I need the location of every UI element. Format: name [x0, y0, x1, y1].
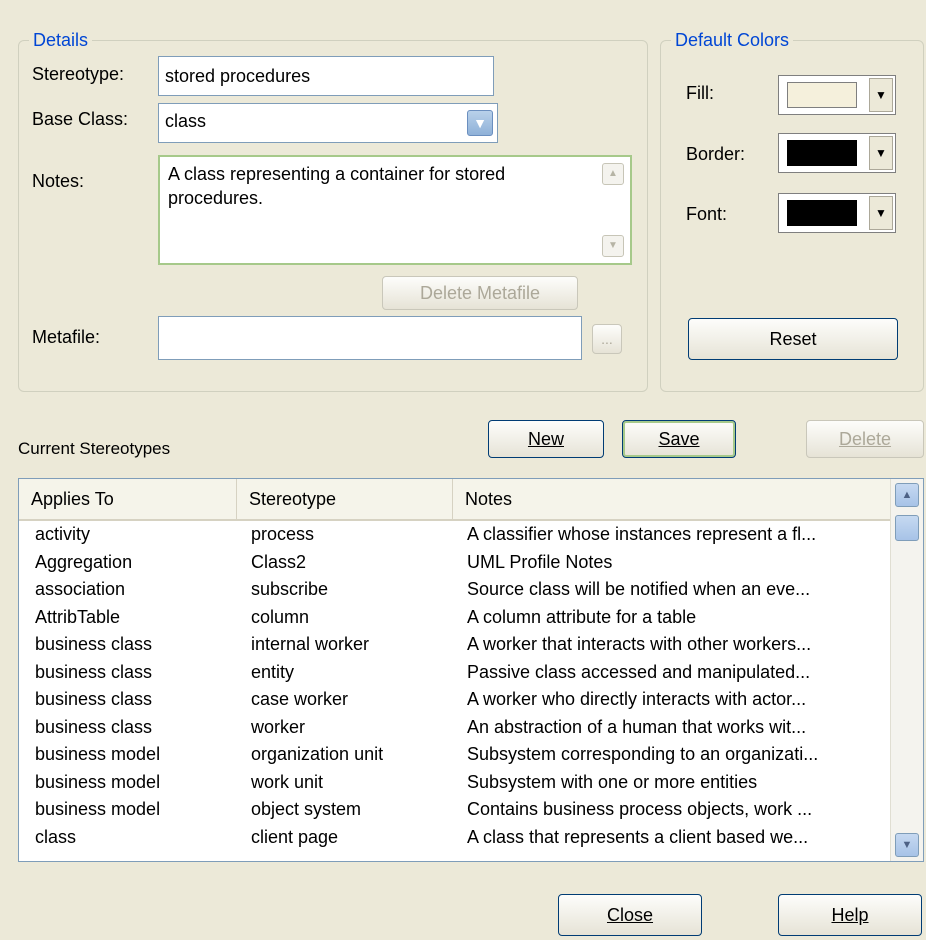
delete-metafile-button[interactable]: Delete Metafile	[382, 276, 578, 310]
base-class-value: class	[165, 111, 207, 131]
notes-text: A class representing a container for sto…	[168, 164, 506, 208]
font-color-picker[interactable]: ▼	[778, 193, 896, 233]
table-row[interactable]: business class worker An abstraction of a …	[19, 714, 891, 742]
new-button[interactable]: New	[488, 420, 604, 458]
border-label: Border:	[686, 144, 746, 164]
table-row[interactable]: class client page A class that represents …	[19, 824, 891, 852]
delete-button[interactable]: Delete	[806, 420, 924, 458]
chevron-down-icon[interactable]: ▼	[869, 196, 893, 230]
scroll-down-icon[interactable]: ▼	[602, 235, 624, 257]
scroll-thumb[interactable]	[895, 515, 919, 541]
table-row[interactable]: business model organization unit Subsystem…	[19, 741, 891, 769]
reset-button[interactable]: Reset	[688, 318, 898, 360]
details-legend: Details	[29, 29, 93, 51]
metafile-input[interactable]	[158, 316, 582, 360]
notes-label: Notes:	[32, 171, 85, 191]
delete-button-label: Delete	[838, 428, 892, 449]
scroll-up-icon[interactable]: ▲	[895, 483, 919, 507]
table-row[interactable]: association subscribe Source class will be…	[19, 576, 891, 604]
column-header-stereotype[interactable]: Stereotype	[237, 479, 453, 519]
fill-label: Fill:	[686, 83, 714, 103]
notes-textarea[interactable]: A class representing a container for sto…	[158, 155, 632, 265]
save-button-label: Save	[658, 428, 700, 449]
new-button-label: New	[527, 428, 564, 449]
fill-color-swatch	[787, 82, 857, 108]
current-stereotypes-label: Current Stereotypes	[18, 439, 171, 458]
border-color-picker[interactable]: ▼	[778, 133, 896, 173]
table-row[interactable]: business class entity Passive class access…	[19, 659, 891, 687]
stereotype-label: Stereotype:	[32, 64, 125, 84]
close-button[interactable]: Close	[558, 894, 702, 936]
table-row[interactable]: business model object system Contains busi…	[19, 796, 891, 824]
table-row[interactable]: business model work unit Subsystem with on…	[19, 769, 891, 797]
table-scrollbar[interactable]: ▲ ▼	[890, 479, 923, 861]
help-button[interactable]: Help	[778, 894, 922, 936]
table-row[interactable]: business class case worker A worker who di…	[19, 686, 891, 714]
table-row[interactable]: AttribTable column A column attribute for …	[19, 604, 891, 632]
default-colors-legend: Default Colors	[671, 29, 794, 51]
close-button-label: Close	[606, 904, 654, 925]
table-row[interactable]: business class internal worker A worker th…	[19, 631, 891, 659]
help-button-label: Help	[831, 904, 869, 925]
chevron-down-icon[interactable]: ▼	[869, 78, 893, 112]
base-class-select[interactable]: class ▼	[158, 103, 498, 143]
table-row[interactable]: Aggregation Class2 UML Profile Notes	[19, 549, 891, 577]
save-button[interactable]: Save	[622, 420, 736, 458]
metafile-label: Metafile:	[32, 327, 101, 347]
font-label: Font:	[686, 204, 728, 224]
base-class-label: Base Class:	[32, 109, 129, 129]
chevron-down-icon[interactable]: ▼	[869, 136, 893, 170]
table-header: Applies To Stereotype Notes	[19, 479, 891, 521]
table-body: activity process A classifier whose instan…	[19, 521, 891, 851]
scroll-up-icon[interactable]: ▲	[602, 163, 624, 185]
scroll-down-icon[interactable]: ▼	[895, 833, 919, 857]
font-color-swatch	[787, 200, 857, 226]
fill-color-picker[interactable]: ▼	[778, 75, 896, 115]
column-header-notes[interactable]: Notes	[453, 479, 891, 519]
stereotypes-table[interactable]: Applies To Stereotype Notes activity proc…	[18, 478, 924, 862]
chevron-down-icon[interactable]: ▼	[467, 110, 493, 136]
column-header-applies-to[interactable]: Applies To	[19, 479, 237, 519]
stereotype-input[interactable]	[158, 56, 494, 96]
border-color-swatch	[787, 140, 857, 166]
table-row[interactable]: activity process A classifier whose instan…	[19, 521, 891, 549]
browse-button[interactable]: ...	[592, 324, 622, 354]
